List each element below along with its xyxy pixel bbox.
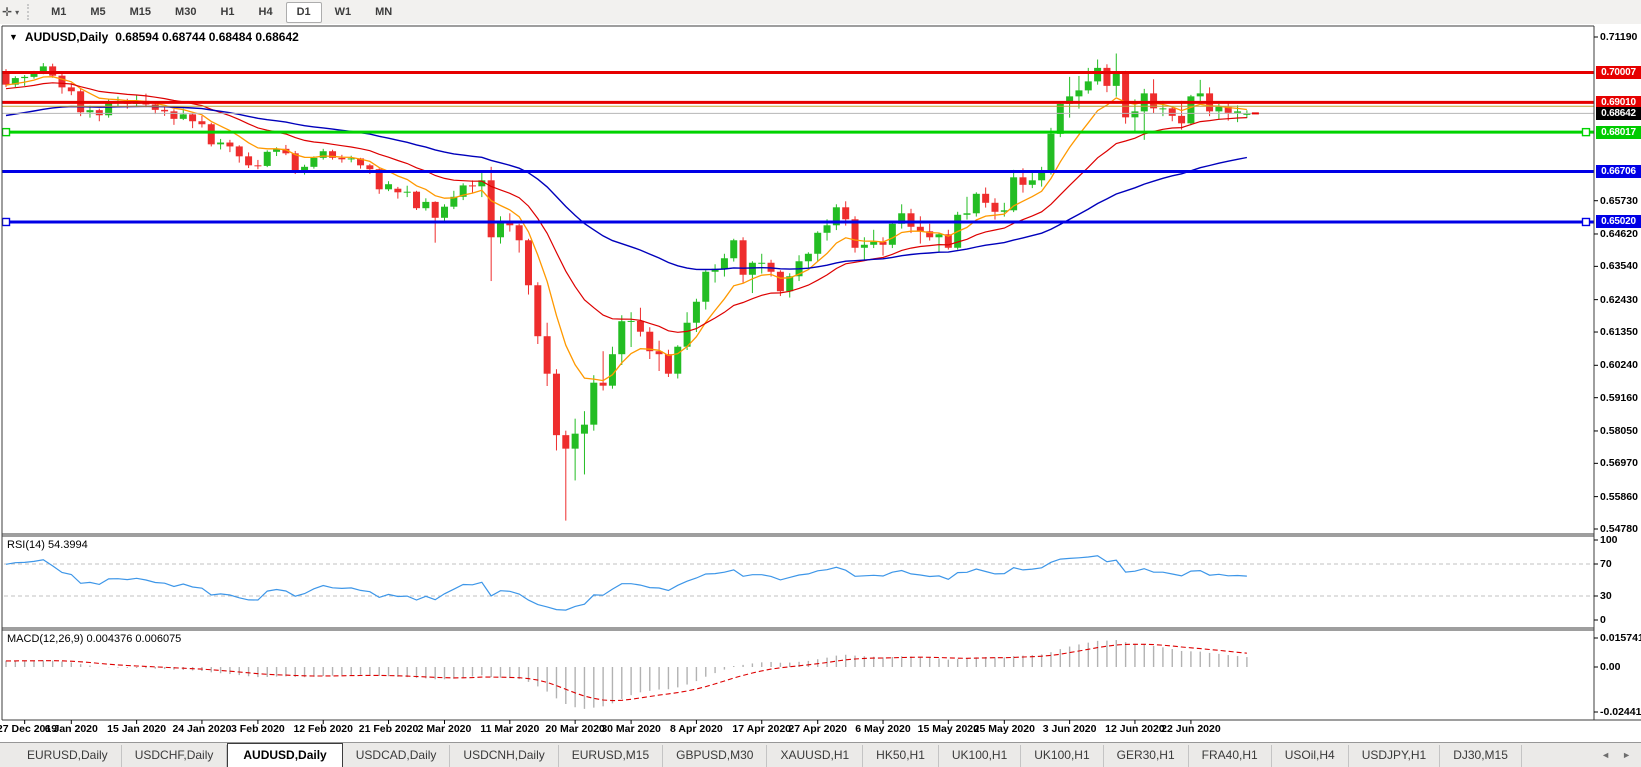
price-axis-label: 0.65730 bbox=[1600, 195, 1638, 207]
price-axis-label: 0.55860 bbox=[1600, 491, 1638, 503]
macd-axis-label: -0.024412 bbox=[1600, 706, 1641, 718]
price-axis-label: 0.71190 bbox=[1600, 31, 1637, 43]
scroll-right-icon[interactable]: ► bbox=[1622, 750, 1631, 760]
macd-values: 0.004376 0.006075 bbox=[86, 633, 181, 645]
macd-pane bbox=[6, 640, 1247, 709]
macd-axis-label: 0.015741 bbox=[1600, 632, 1641, 644]
chart-symbol-title: AUDUSD,Daily bbox=[25, 30, 108, 44]
collapse-triangle-icon[interactable]: ▼ bbox=[9, 32, 18, 42]
chart-tabs: EURUSD,DailyUSDCHF,DailyAUDUSD,DailyUSDC… bbox=[14, 742, 1522, 767]
price-line-badge: 0.66706 bbox=[1596, 165, 1641, 178]
date-axis-label: 3 Jun 2020 bbox=[1043, 723, 1097, 735]
rsi-pane bbox=[4, 556, 1594, 610]
terminal-window: ✛ ▾ M1M5M15M30H1H4D1W1MN ▼ AUDUSD,Daily … bbox=[0, 0, 1641, 767]
date-axis-label: 3 Feb 2020 bbox=[231, 723, 285, 735]
rsi-axis-label: 0 bbox=[1600, 614, 1606, 626]
pane-borders bbox=[2, 26, 1641, 720]
date-axis-label: 11 Mar 2020 bbox=[480, 723, 539, 735]
price-line-badge: 0.65020 bbox=[1596, 215, 1641, 228]
price-chart[interactable] bbox=[0, 0, 1641, 742]
chart-tab-13[interactable]: USOil,H4 bbox=[1272, 745, 1349, 767]
date-axis-label: 12 Jun 2020 bbox=[1105, 723, 1165, 735]
macd-axis-label: 0.00 bbox=[1600, 661, 1620, 673]
scroll-left-icon[interactable]: ◄ bbox=[1601, 750, 1610, 760]
chart-tab-6[interactable]: GBPUSD,M30 bbox=[663, 745, 767, 767]
price-axis-label: 0.63540 bbox=[1600, 260, 1638, 272]
rsi-axis-label: 70 bbox=[1600, 558, 1612, 570]
date-axis-label: 27 Apr 2020 bbox=[788, 723, 847, 735]
macd-pane-label: MACD(12,26,9) 0.004376 0.006075 bbox=[7, 633, 181, 645]
chart-tab-9[interactable]: UK100,H1 bbox=[939, 745, 1021, 767]
price-axis-label: 0.61350 bbox=[1600, 326, 1638, 338]
chart-tab-8[interactable]: HK50,H1 bbox=[863, 745, 939, 767]
chart-tab-0[interactable]: EURUSD,Daily bbox=[14, 745, 122, 767]
line-drag-handle[interactable] bbox=[1583, 218, 1590, 225]
date-axis-label: 20 Mar 2020 bbox=[545, 723, 605, 735]
price-axis-label: 0.58050 bbox=[1600, 425, 1638, 437]
chart-tab-3[interactable]: USDCAD,Daily bbox=[343, 745, 451, 767]
date-axis-label: 12 Feb 2020 bbox=[293, 723, 353, 735]
price-line-badge: 0.68017 bbox=[1596, 126, 1641, 139]
date-axis-label: 15 May 2020 bbox=[918, 723, 979, 735]
chart-tab-12[interactable]: FRA40,H1 bbox=[1189, 745, 1272, 767]
rsi-axis-label: 100 bbox=[1600, 534, 1618, 546]
line-drag-handle[interactable] bbox=[1583, 129, 1590, 136]
chart-tab-2[interactable]: AUDUSD,Daily bbox=[227, 743, 342, 767]
price-line-badge: 0.70007 bbox=[1596, 66, 1641, 79]
date-axis-label: 30 Mar 2020 bbox=[601, 723, 661, 735]
line-drag-handle[interactable] bbox=[3, 129, 10, 136]
chart-tab-11[interactable]: GER30,H1 bbox=[1104, 745, 1189, 767]
chart-tab-14[interactable]: USDJPY,H1 bbox=[1349, 745, 1440, 767]
price-axis-label: 0.56970 bbox=[1600, 457, 1638, 469]
axis-ticks bbox=[25, 37, 1598, 724]
rsi-line bbox=[6, 556, 1247, 610]
price-axis-label: 0.64620 bbox=[1600, 228, 1638, 240]
macd-name: MACD(12,26,9) bbox=[7, 633, 83, 645]
line-drag-handle[interactable] bbox=[3, 218, 10, 225]
rsi-name: RSI(14) bbox=[7, 539, 45, 551]
chart-tab-1[interactable]: USDCHF,Daily bbox=[122, 745, 228, 767]
date-axis-label: 25 May 2020 bbox=[974, 723, 1035, 735]
date-axis-label: 6 May 2020 bbox=[855, 723, 910, 735]
current-price-badge: 0.68642 bbox=[1596, 107, 1641, 120]
date-axis-label: 21 Feb 2020 bbox=[359, 723, 419, 735]
rsi-pane-label: RSI(14) 54.3994 bbox=[7, 539, 88, 551]
tab-scroll-arrows: ◄ ► bbox=[1601, 750, 1631, 760]
price-axis-label: 0.60240 bbox=[1600, 359, 1638, 371]
rsi-value: 54.3994 bbox=[48, 539, 88, 551]
chart-tab-7[interactable]: XAUUSD,H1 bbox=[767, 745, 863, 767]
chart-tab-5[interactable]: EURUSD,M15 bbox=[559, 745, 663, 767]
chart-ohlc-values: 0.68594 0.68744 0.68484 0.68642 bbox=[115, 30, 299, 44]
chart-tab-10[interactable]: UK100,H1 bbox=[1021, 745, 1103, 767]
date-axis-label: 2 Mar 2020 bbox=[418, 723, 472, 735]
date-axis-label: 15 Jan 2020 bbox=[107, 723, 166, 735]
candles bbox=[3, 53, 1251, 520]
rsi-axis-label: 30 bbox=[1600, 590, 1612, 602]
date-axis-label: 22 Jun 2020 bbox=[1161, 723, 1221, 735]
date-axis-label: 6 Jan 2020 bbox=[45, 723, 98, 735]
price-axis-label: 0.62430 bbox=[1600, 294, 1638, 306]
price-axis-label: 0.59160 bbox=[1600, 392, 1638, 404]
chart-tab-4[interactable]: USDCNH,Daily bbox=[450, 745, 558, 767]
date-axis-label: 24 Jan 2020 bbox=[172, 723, 231, 735]
chart-title-row: ▼ AUDUSD,Daily 0.68594 0.68744 0.68484 0… bbox=[9, 30, 299, 44]
date-axis-label: 17 Apr 2020 bbox=[732, 723, 791, 735]
chart-tab-15[interactable]: DJ30,M15 bbox=[1440, 745, 1522, 767]
date-axis-label: 8 Apr 2020 bbox=[670, 723, 723, 735]
chart-tab-bar: EURUSD,DailyUSDCHF,DailyAUDUSD,DailyUSDC… bbox=[0, 742, 1641, 767]
